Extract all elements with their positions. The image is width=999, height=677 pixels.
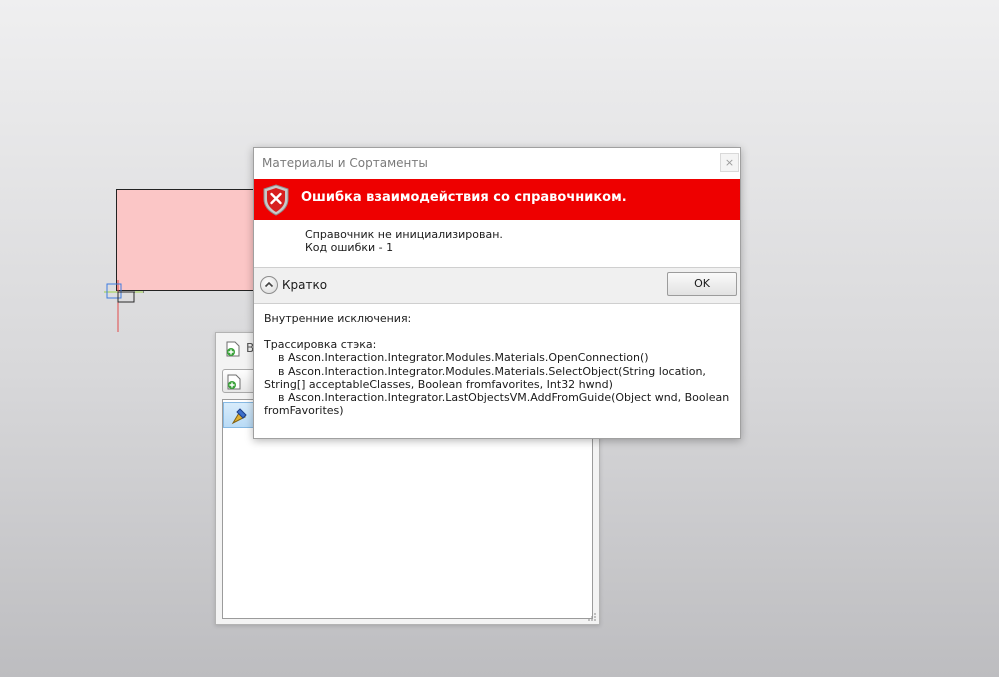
close-button[interactable]: × xyxy=(720,153,739,172)
message-line: Код ошибки - 1 xyxy=(305,241,394,254)
inner-exceptions-label: Внутренние исключения: xyxy=(264,312,412,325)
canvas-shape-rectangle[interactable] xyxy=(116,189,256,291)
toggle-circle[interactable] xyxy=(260,276,278,294)
close-icon: × xyxy=(724,156,735,169)
details-toggle-label: Кратко xyxy=(282,278,328,292)
coordinate-axis-icon xyxy=(104,280,144,332)
material-paint-icon xyxy=(231,408,247,425)
dialog-title: Материалы и Сортаменты xyxy=(262,156,428,170)
stack-trace-line: в Ascon.Interaction.Integrator.Modules.M… xyxy=(264,351,649,365)
chevron-up-icon xyxy=(264,281,274,288)
error-dialog[interactable]: Материалы и Сортаменты × Ошибка взаимоде… xyxy=(253,147,741,439)
error-header: Ошибка взаимодействия со справочником. xyxy=(301,190,627,205)
stack-trace-line: в Ascon.Interaction.Integrator.LastObjec… xyxy=(264,391,733,418)
add-document-icon xyxy=(226,341,240,357)
dialog-titlebar[interactable]: Материалы и Сортаменты × xyxy=(254,148,740,179)
error-banner: Ошибка взаимодействия со справочником. xyxy=(254,179,740,220)
stack-trace-title: Трассировка стэка: xyxy=(264,338,377,352)
resize-grip-icon[interactable] xyxy=(587,612,597,622)
add-document-icon xyxy=(227,374,241,390)
message-line: Справочник не инициализирован. xyxy=(305,228,503,241)
stack-trace-line: в Ascon.Interaction.Integrator.Modules.M… xyxy=(264,364,710,391)
error-message: Справочник не инициализирован. Код ошибк… xyxy=(305,228,503,254)
ok-button[interactable]: OK xyxy=(667,272,737,296)
dialog-button-bar: Кратко OK xyxy=(254,268,740,303)
divider xyxy=(254,303,740,304)
error-shield-icon xyxy=(263,184,289,216)
list-item[interactable] xyxy=(223,402,257,428)
exception-details: Внутренние исключения: Трассировка стэка… xyxy=(264,312,734,417)
